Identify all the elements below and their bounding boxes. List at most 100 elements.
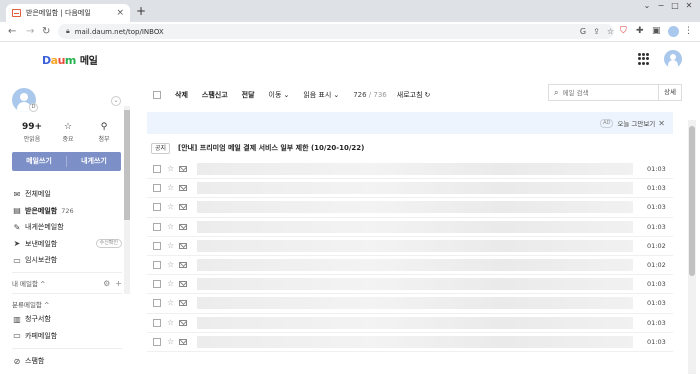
notice-row[interactable]: 공지 [안내] 프리미엄 메일 결제 서비스 일부 제한 (10/20-10/2… [151, 141, 364, 155]
blurred-mail-content[interactable] [197, 297, 633, 310]
unread-stat[interactable]: 99+ 안읽음 [20, 122, 44, 143]
folder-inbox[interactable]: ▤ 받은메일함 726 [12, 203, 122, 220]
tab-close-icon[interactable]: × [116, 8, 124, 18]
new-tab-button[interactable]: + [136, 5, 146, 17]
google-icon[interactable]: G [580, 27, 586, 36]
url-text[interactable]: mail.daum.net/top/INBOX [75, 28, 573, 36]
blurred-mail-content[interactable] [197, 201, 633, 214]
folder-all[interactable]: ✉ 전체메일 [12, 186, 122, 203]
tab-search-icon[interactable]: ⌄ [640, 0, 654, 12]
add-mailbox-icon[interactable]: + [115, 279, 122, 288]
refresh-button[interactable]: 새로고침 [397, 90, 423, 100]
main-scrollbar[interactable] [688, 120, 696, 374]
write-to-me-button[interactable]: 내게쓰기 [67, 152, 121, 171]
mail-row[interactable]: ☆ 01:03 [147, 160, 673, 180]
mail-row[interactable]: ☆ 01:02 [147, 256, 673, 276]
read-mark-button[interactable]: 읽음 표시 [303, 90, 331, 100]
mail-row[interactable]: ☆ 01:03 [147, 294, 673, 314]
spam-report-button[interactable]: 스팸신고 [202, 90, 228, 100]
advanced-search-button[interactable]: 상세 [658, 85, 681, 100]
move-button[interactable]: 이동 [269, 90, 282, 100]
blurred-mail-content[interactable] [197, 259, 633, 272]
blurred-mail-content[interactable] [197, 239, 633, 252]
mail-row[interactable]: ☆ 01:03 [147, 333, 673, 352]
attachment-stat[interactable]: ⚲ 첨부 [92, 122, 116, 143]
search-icon[interactable]: ⌕ [554, 88, 558, 98]
mail-checkbox[interactable] [153, 337, 161, 346]
classified-header[interactable]: 분류메일함 ^ [12, 299, 122, 309]
blurred-mail-content[interactable] [197, 335, 633, 348]
url-bar[interactable]: 🔒︎ mail.daum.net/top/INBOX G ⇪ ☆ [58, 24, 614, 39]
mail-row[interactable]: ☆ 01:02 [147, 237, 673, 256]
mail-checkbox[interactable] [153, 280, 161, 289]
close-icon[interactable]: ✕ [658, 119, 665, 128]
reload-icon[interactable]: ↻ [42, 26, 50, 38]
mail-row[interactable]: ☆ 01:03 [147, 275, 673, 295]
folder-spam[interactable]: ⊘ 스팸함 [12, 353, 122, 370]
mail-row[interactable]: ☆ 01:03 [147, 179, 673, 199]
daum-mail-logo[interactable]: Daum 메일 [42, 52, 98, 67]
star-icon[interactable]: ☆ [167, 261, 174, 269]
mail-checkbox[interactable] [153, 241, 161, 250]
mail-checkbox[interactable] [153, 222, 161, 231]
folder-to-me[interactable]: ✎ 내게쓴메일함 [12, 219, 122, 236]
mail-checkbox[interactable] [153, 261, 161, 270]
settings-gear-icon[interactable]: ⚙ [103, 279, 110, 288]
select-all-checkbox[interactable] [153, 91, 161, 99]
share-icon[interactable]: ⇪ [593, 27, 600, 36]
notice-text[interactable]: [안내] 프리미엄 메일 결제 서비스 일부 제한 (10/20-10/22) [178, 143, 364, 153]
sidebar-scrollbar[interactable] [124, 106, 130, 294]
app-grid-icon[interactable] [638, 53, 650, 65]
extensions-puzzle-icon[interactable]: ✚ [636, 26, 644, 37]
star-icon[interactable]: ☆ [167, 280, 174, 288]
blurred-mail-content[interactable] [197, 163, 633, 176]
blurred-mail-content[interactable] [197, 316, 633, 329]
chevron-down-icon[interactable]: ⌄ [283, 91, 289, 99]
hide-today-button[interactable]: 오늘 그만보기 [617, 118, 655, 128]
profile-dropdown-icon[interactable]: ⌄ [111, 96, 121, 106]
forward-button[interactable]: 전달 [242, 90, 255, 100]
star-icon[interactable]: ☆ [167, 337, 174, 346]
browser-profile-icon[interactable] [668, 26, 679, 37]
star-icon[interactable]: ☆ [167, 165, 174, 173]
star-icon[interactable]: ☆ [167, 203, 174, 211]
sidepanel-icon[interactable]: ▣ [652, 26, 661, 37]
close-window-button[interactable]: ✕ [682, 0, 696, 12]
blurred-mail-content[interactable] [197, 182, 633, 195]
folder-sent[interactable]: ➤ 보낸메일함 수신확인 [12, 236, 122, 253]
browser-tab[interactable]: 받은메일함 | 다음메일 × [6, 4, 130, 22]
sidebar-scroll-thumb[interactable] [124, 110, 130, 220]
star-icon[interactable]: ☆ [167, 318, 174, 327]
star-icon[interactable]: ☆ [167, 222, 174, 231]
back-arrow-icon[interactable]: ← [8, 26, 16, 38]
folder-drafts[interactable]: ▭ 임시보관함 [12, 252, 122, 269]
extension-shield-icon[interactable]: ⛉ [620, 26, 627, 37]
star-icon[interactable]: ☆ [167, 241, 174, 250]
important-stat[interactable]: ☆ 중요 [56, 122, 80, 143]
forward-arrow-icon[interactable]: → [26, 26, 34, 38]
mail-row[interactable]: ☆ 01:03 [147, 314, 673, 333]
mail-checkbox[interactable] [153, 299, 161, 308]
refresh-icon[interactable]: ↻ [425, 91, 431, 99]
account-avatar[interactable] [664, 50, 682, 68]
chevron-down-icon[interactable]: ⌄ [333, 91, 339, 99]
star-icon[interactable]: ☆ [167, 299, 174, 307]
star-icon[interactable]: ☆ [167, 184, 174, 192]
delete-button[interactable]: 삭제 [175, 90, 188, 100]
mail-checkbox[interactable] [153, 203, 161, 212]
mail-checkbox[interactable] [153, 318, 161, 327]
bookmark-star-icon[interactable]: ☆ [607, 27, 614, 36]
folder-cafe[interactable]: ▭ 카페메일함 [12, 328, 122, 345]
folder-bills[interactable]: ▥ 청구서함 [12, 311, 122, 328]
mail-checkbox[interactable] [153, 184, 161, 193]
browser-menu-icon[interactable]: ⋮ [684, 26, 693, 37]
minimize-button[interactable]: − [654, 0, 668, 12]
search-input[interactable] [562, 88, 659, 97]
compose-button[interactable]: 메일쓰기 [12, 152, 66, 171]
maximize-button[interactable]: □ [668, 0, 682, 12]
mail-row[interactable]: ☆ 01:03 [147, 218, 673, 237]
read-receipt-button[interactable]: 수신확인 [95, 239, 122, 249]
mail-checkbox[interactable] [153, 165, 161, 174]
main-scroll-thumb[interactable] [689, 126, 695, 276]
mail-row[interactable]: ☆ 01:03 [147, 198, 673, 218]
